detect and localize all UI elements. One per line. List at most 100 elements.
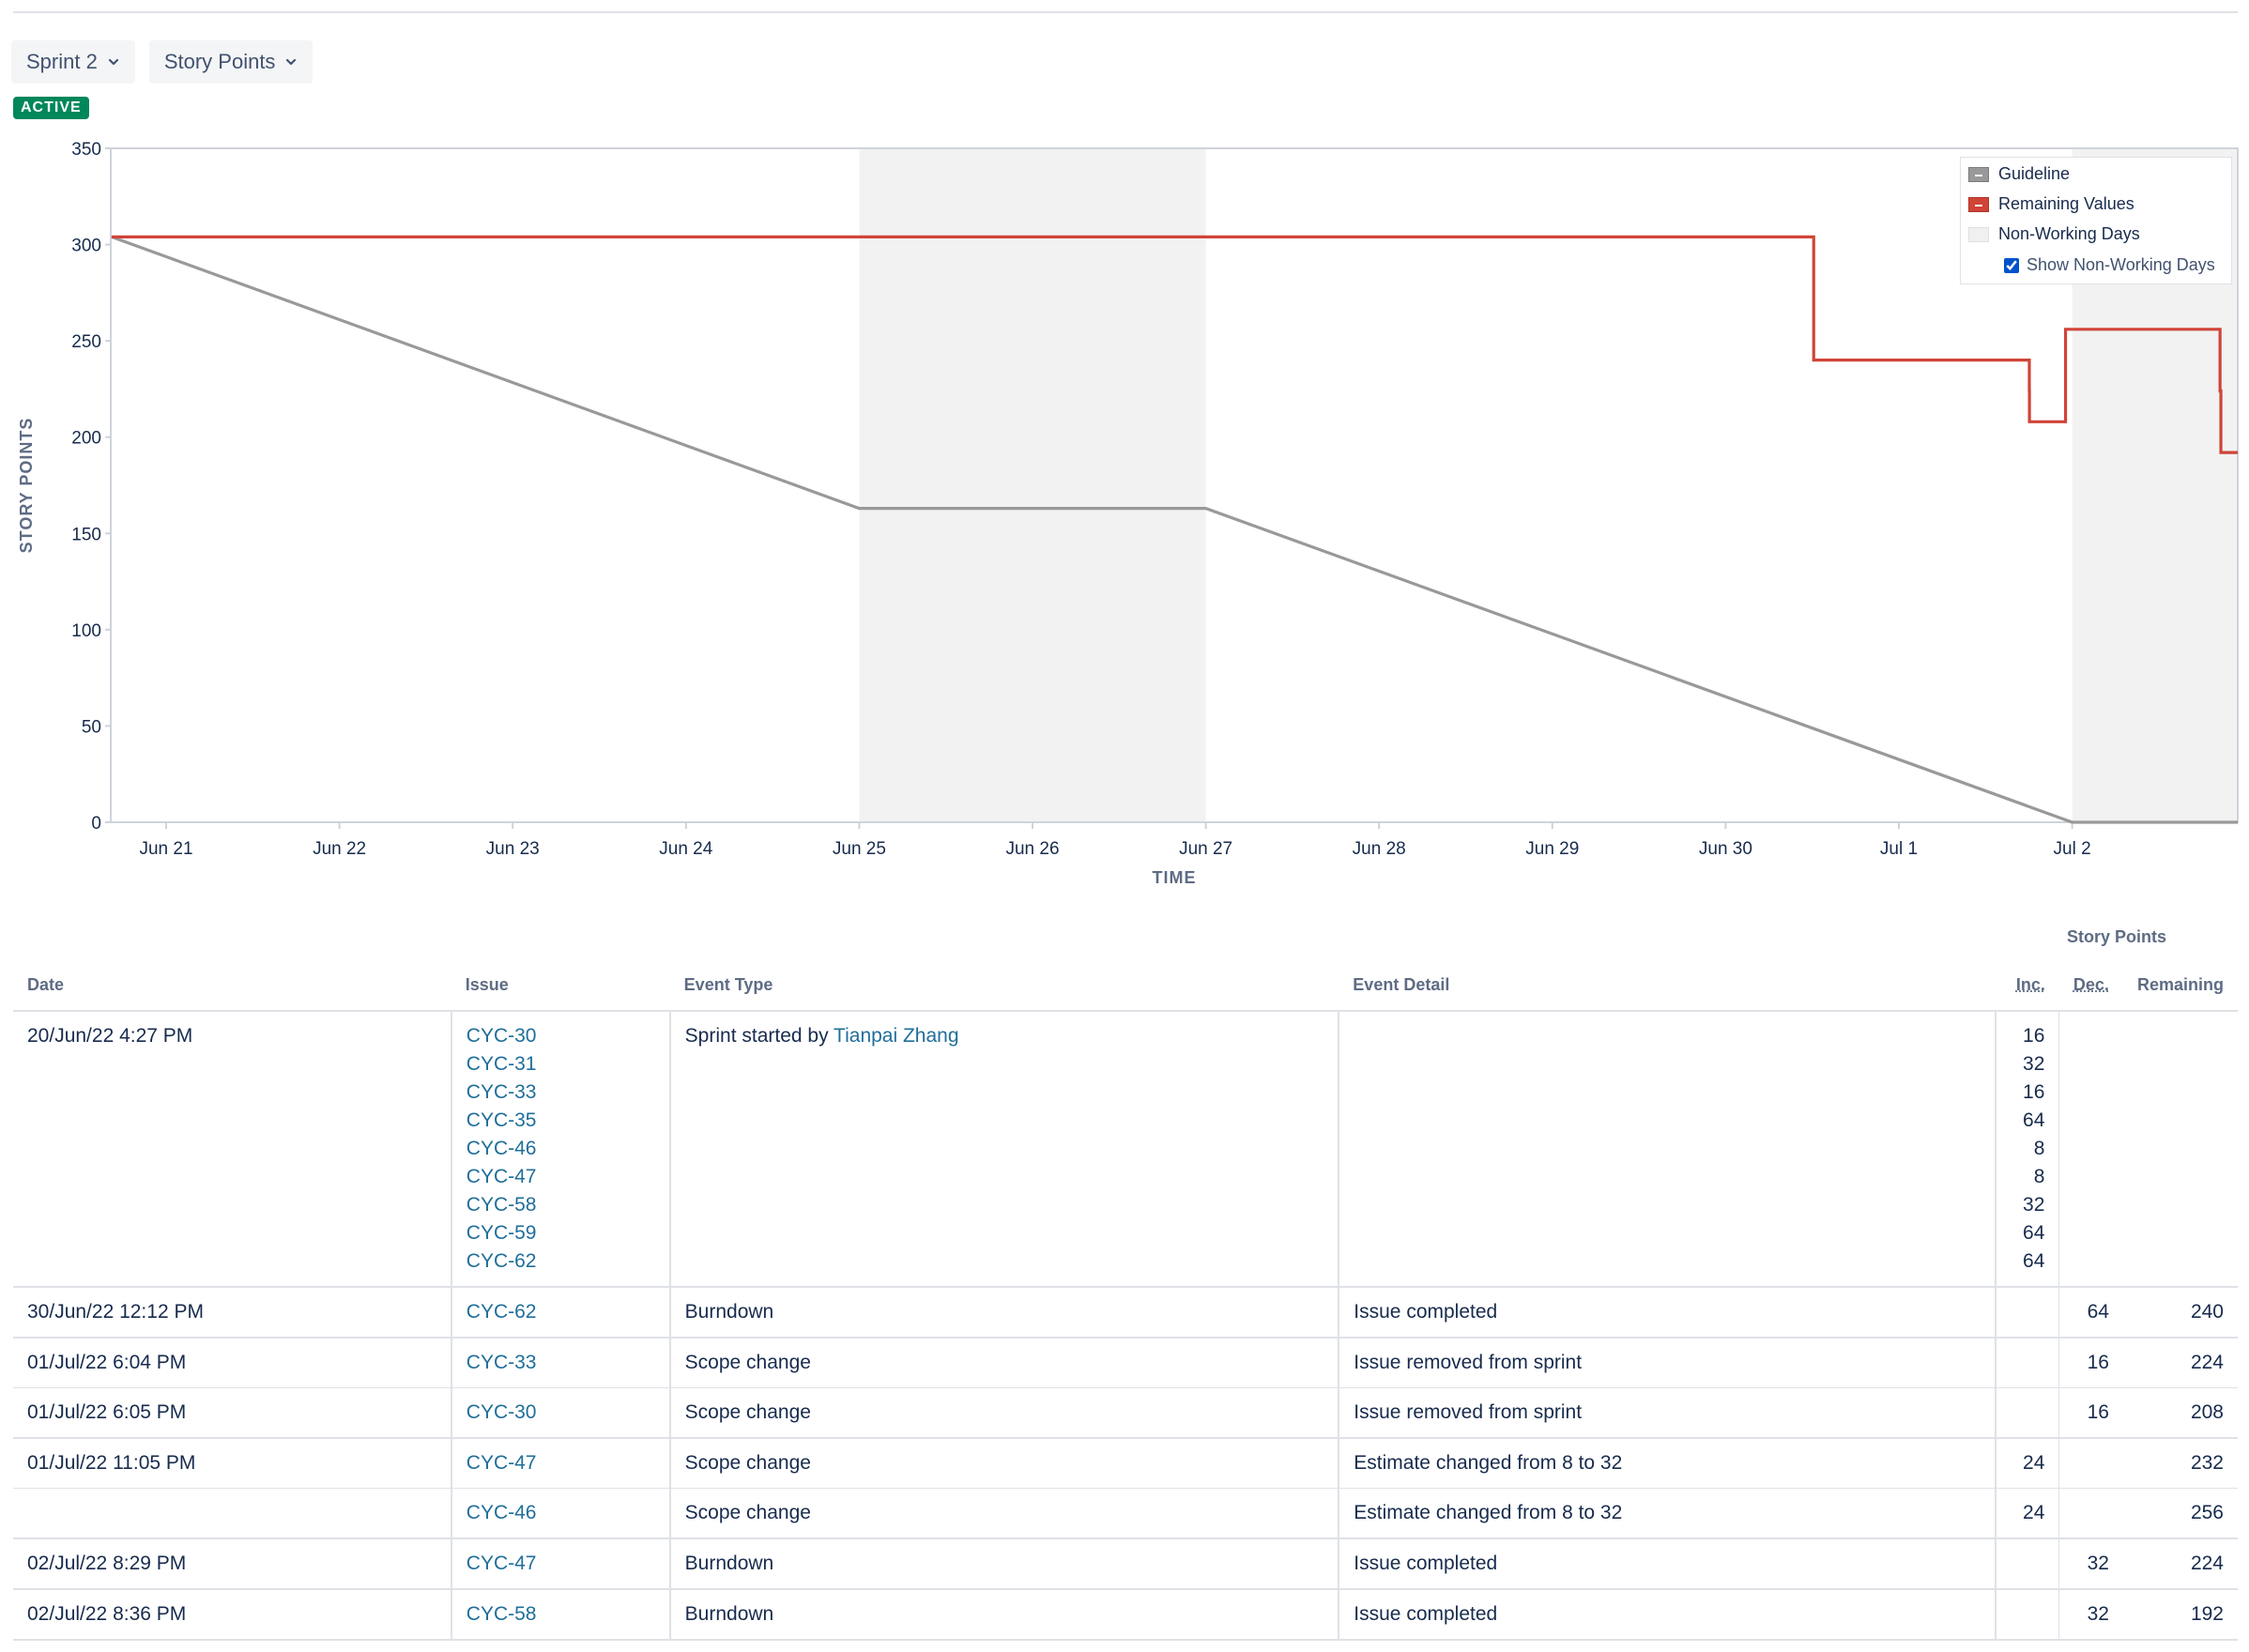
sprint-select[interactable]: Sprint 2 bbox=[11, 40, 135, 84]
issue-link[interactable]: CYC-58 bbox=[467, 1603, 537, 1625]
inc-value: 64 bbox=[2023, 1222, 2045, 1244]
row-issue: CYC-47 bbox=[450, 1538, 670, 1590]
issue-link[interactable]: CYC-59 bbox=[467, 1219, 655, 1247]
legend-item-guideline[interactable]: Guideline bbox=[1968, 164, 2070, 184]
x-tick-label: Jun 28 bbox=[1353, 839, 1406, 859]
row-dec: 16 bbox=[2058, 1387, 2123, 1439]
non-working-swatch bbox=[1968, 226, 1989, 242]
issue-link[interactable]: CYC-35 bbox=[467, 1107, 655, 1135]
legend-item-non-working: Non-Working Days bbox=[1968, 224, 2140, 244]
issue-link[interactable]: CYC-62 bbox=[467, 1247, 655, 1276]
legend-item-remaining[interactable]: Remaining Values bbox=[1968, 194, 2134, 214]
estimate-select-label: Story Points bbox=[163, 50, 276, 73]
report-toolbar: Sprint 2 Story Points bbox=[11, 40, 314, 84]
row-date: 01/Jul/22 6:05 PM bbox=[13, 1387, 451, 1439]
row-date: 02/Jul/22 8:29 PM bbox=[13, 1538, 451, 1590]
x-tick-label: Jun 29 bbox=[1525, 839, 1579, 859]
inc-value: 64 bbox=[2023, 1250, 2045, 1272]
row-issue: CYC-30 bbox=[450, 1387, 670, 1439]
table-row: 30/Jun/22 12:12 PM CYC-62 Burndown Issue co… bbox=[13, 1287, 2238, 1338]
y-tick-label: 100 bbox=[71, 621, 101, 641]
show-non-working-checkbox[interactable] bbox=[2004, 257, 2019, 273]
row-date: 02/Jul/22 8:36 PM bbox=[13, 1589, 451, 1641]
row-dec: 64 bbox=[2058, 1287, 2123, 1338]
issue-link[interactable]: CYC-47 bbox=[467, 1163, 655, 1191]
row-event-detail: Issue removed from sprint bbox=[1338, 1338, 1996, 1388]
issue-link[interactable]: CYC-30 bbox=[467, 1022, 655, 1050]
issue-link[interactable]: CYC-30 bbox=[467, 1401, 537, 1423]
legend-remaining-label: Remaining Values bbox=[1998, 194, 2134, 213]
row-remaining bbox=[2122, 1011, 2238, 1288]
table-row-sprint-start: 20/Jun/22 4:27 PM CYC-30 CYC-31 CYC-33 CYC-… bbox=[13, 1011, 2238, 1288]
row-remaining: 208 bbox=[2122, 1387, 2238, 1439]
row-inc bbox=[1994, 1538, 2060, 1590]
x-tick-label: Jul 1 bbox=[1880, 839, 1918, 859]
row-date: 20/Jun/22 4:27 PM bbox=[13, 1011, 451, 1288]
issue-link[interactable]: CYC-62 bbox=[467, 1301, 537, 1323]
chevron-down-icon bbox=[108, 58, 118, 66]
estimate-select[interactable]: Story Points bbox=[148, 40, 314, 84]
x-tick-label: Jun 22 bbox=[313, 839, 366, 859]
x-tick-label: Jun 24 bbox=[659, 839, 712, 859]
issue-link[interactable]: CYC-47 bbox=[467, 1553, 537, 1574]
row-event-type: Burndown bbox=[668, 1287, 1339, 1338]
row-event-type: Scope change bbox=[668, 1438, 1339, 1489]
issue-link[interactable]: CYC-33 bbox=[467, 1352, 537, 1373]
row-event-detail bbox=[1338, 1011, 1996, 1288]
inc-value: 64 bbox=[2023, 1109, 2045, 1131]
row-remaining: 232 bbox=[2122, 1438, 2238, 1489]
row-issue: CYC-46 bbox=[450, 1488, 670, 1539]
show-non-working-toggle[interactable]: Show Non-Working Days bbox=[2004, 255, 2215, 275]
issue-link[interactable]: CYC-58 bbox=[467, 1191, 655, 1219]
row-issue: CYC-47 bbox=[450, 1438, 670, 1489]
event-prefix: Sprint started by bbox=[684, 1025, 834, 1047]
user-link[interactable]: Tianpai Zhang bbox=[834, 1025, 958, 1047]
row-event-type: Burndown bbox=[668, 1589, 1339, 1641]
row-event-type: Scope change bbox=[668, 1488, 1339, 1539]
row-date: 01/Jul/22 6:04 PM bbox=[13, 1338, 451, 1388]
issue-link[interactable]: CYC-33 bbox=[467, 1078, 655, 1107]
x-axis-title: TIME bbox=[1153, 868, 1197, 887]
inc-value: 8 bbox=[2033, 1166, 2045, 1187]
row-event-type: Burndown bbox=[668, 1538, 1339, 1590]
row-inc bbox=[1994, 1589, 2060, 1641]
row-inc: 24 bbox=[1994, 1488, 2060, 1539]
x-tick-label: Jun 27 bbox=[1179, 839, 1232, 859]
row-remaining: 224 bbox=[2122, 1338, 2238, 1388]
sprint-start-inc: 16 32 16 64 8 8 32 64 64 bbox=[1994, 1011, 2060, 1288]
table-row: 02/Jul/22 8:29 PM CYC-47 Burndown Issue com… bbox=[13, 1538, 2238, 1590]
row-remaining: 240 bbox=[2122, 1287, 2238, 1338]
show-non-working-label: Show Non-Working Days bbox=[2027, 255, 2215, 274]
row-dec bbox=[2058, 1488, 2123, 1539]
issue-link[interactable]: CYC-46 bbox=[467, 1135, 655, 1163]
y-axis-title: STORY POINTS bbox=[17, 418, 36, 554]
row-event-detail: Issue completed bbox=[1338, 1538, 1996, 1590]
inc-value: 32 bbox=[2023, 1194, 2045, 1216]
non-working-band bbox=[859, 148, 1206, 822]
table-row: 02/Jul/22 8:36 PM CYC-58 Burndown Issue com… bbox=[13, 1589, 2238, 1641]
table-row: 01/Jul/22 6:05 PM CYC-30 Scope change Issue… bbox=[13, 1387, 2238, 1439]
issue-link[interactable]: CYC-47 bbox=[467, 1452, 537, 1474]
x-tick-label: Jun 23 bbox=[486, 839, 540, 859]
issue-link[interactable]: CYC-46 bbox=[467, 1502, 537, 1523]
legend-guideline-label: Guideline bbox=[1998, 164, 2071, 183]
sprint-event-table: Date Issue Event Type Event Detail Inc. … bbox=[13, 959, 2238, 1641]
row-inc bbox=[1994, 1287, 2060, 1338]
y-tick-label: 150 bbox=[71, 525, 101, 544]
table-row: 01/Jul/22 11:05 PM CYC-47 Scope change Esti… bbox=[13, 1438, 2238, 1489]
y-tick-label: 200 bbox=[71, 429, 101, 449]
x-tick-label: Jun 21 bbox=[139, 839, 192, 859]
row-date: 30/Jun/22 12:12 PM bbox=[13, 1287, 451, 1338]
row-issue: CYC-58 bbox=[450, 1589, 670, 1641]
column-header-date: Date bbox=[13, 959, 451, 1012]
row-remaining: 192 bbox=[2122, 1589, 2238, 1641]
row-date: 01/Jul/22 11:05 PM bbox=[13, 1438, 451, 1489]
column-header-event-type: Event Type bbox=[669, 959, 1339, 1012]
row-inc: 24 bbox=[1994, 1438, 2060, 1489]
y-tick-label: 300 bbox=[71, 237, 101, 256]
sprint-start-issues: CYC-30 CYC-31 CYC-33 CYC-35 CYC-46 CYC-47 CYC-… bbox=[450, 1011, 670, 1288]
row-event-type: Sprint started by Tianpai Zhang bbox=[668, 1011, 1339, 1288]
row-date bbox=[13, 1488, 451, 1539]
burndown-chart: 0 50 100 150 200 250 300 350 Jun 21 Jun 22 Jun 23 J… bbox=[17, 140, 2239, 887]
issue-link[interactable]: CYC-31 bbox=[467, 1050, 655, 1078]
